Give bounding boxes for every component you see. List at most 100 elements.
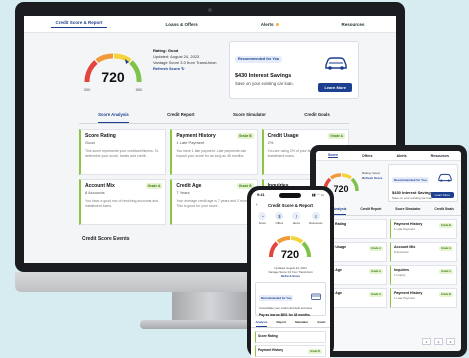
phone-score-value: 720 (281, 249, 299, 261)
page-button[interactable]: 3 (446, 338, 455, 345)
gauge-min-label: 300 (84, 87, 91, 92)
tablet-score-rating: Rating: Good (362, 171, 380, 175)
phone-tab-goals[interactable]: Goals (317, 320, 325, 327)
learn-more-button[interactable]: Learn More (318, 83, 352, 92)
tablet-top-nav: Score Offers Alerts Resources (316, 151, 461, 161)
product-showcase: Credit Score & Report Loans & Offers Ale… (0, 0, 469, 358)
quick-nav-alerts[interactable]: ! Alerts (292, 212, 301, 225)
phone-tabs: Analysis Report Simulator Goals (251, 320, 330, 328)
card-score-rating[interactable]: Score Rating Good This score represents … (79, 129, 167, 175)
phone-recommendation-card[interactable]: Recommended for You Consolidate your cre… (255, 282, 326, 317)
offers-icon: $ (275, 212, 284, 220)
phone-list-row[interactable]: Grade B Payment History (255, 345, 326, 357)
gauge-svg: 720 300 850 (84, 53, 143, 92)
tablet-refresh-link[interactable]: Refresh Score (362, 176, 382, 181)
tablet-nav-alerts[interactable]: Alerts (396, 154, 406, 158)
car-icon (438, 173, 452, 182)
card-payment-history[interactable]: Grade B Payment History 1 Late Payment Y… (170, 129, 258, 175)
quick-nav-resources[interactable]: ≡ Resources (309, 212, 323, 225)
grade-badge: Grade B (308, 349, 322, 354)
tablet-nav-score[interactable]: Score (327, 153, 338, 158)
grade-badge: Grade A (369, 269, 383, 274)
score-icon: ◔ (258, 212, 267, 220)
gauge-segment-good (113, 53, 132, 64)
card-description: Your average credit age is 7 years and 2… (176, 199, 253, 208)
phone-recommendation-headline: Pay as low as $601 for 48 months. (259, 312, 311, 317)
card-description: This score represents your creditworthin… (85, 149, 159, 158)
tab-credit-report[interactable]: Credit Report (167, 112, 194, 123)
tablet-card[interactable]: Grade A Account Mix 8 Accounts (390, 242, 457, 262)
tablet-screen: Score Offers Alerts Resources 720 Rating… (316, 151, 461, 351)
page-button[interactable]: 1 (422, 338, 431, 345)
grade-badge: Grade A (439, 269, 453, 274)
tablet-card[interactable]: Grade A Inquiries 1 Inquiry (390, 265, 457, 285)
grade-badge: Grade B (236, 133, 254, 139)
tablet-tab-credit-goals[interactable]: Credit Goals (434, 207, 454, 215)
tablet-nav-resources[interactable]: Resources (431, 154, 449, 158)
tablet-card[interactable]: Grade B Payment History 1 Late Payment (390, 219, 457, 239)
grade-badge: Grade A (369, 246, 383, 251)
phone-score-gauge: 720 (268, 236, 312, 261)
gauge-segment-poor (84, 60, 98, 83)
card-description: You have 1 late payment. Late payments c… (176, 149, 247, 158)
phone-list-row[interactable]: Score Rating (255, 331, 326, 343)
tablet-tab-credit-report[interactable]: Credit Report (360, 207, 381, 215)
tablet-pagination: 1 2 3 (422, 338, 455, 345)
refresh-icon: ↻ (181, 66, 185, 71)
nav-resources[interactable]: Resources (337, 22, 368, 27)
tablet-analysis-grid: Score RatingGood Grade BPayment History1… (320, 219, 457, 308)
tablet-tab-score-simulator[interactable]: Score Simulator (395, 207, 420, 215)
desktop-top-nav: Credit Score & Report Loans & Offers Ale… (24, 16, 396, 33)
phone-device: 9:41 ▮▮ ◠ ▭ ‹ Credit Score & Report ◔ Sco… (247, 186, 334, 358)
gauge-max-label: 850 (136, 87, 143, 92)
tablet-card[interactable]: Grade B Payment History 1 Late Payment (390, 288, 457, 308)
quick-nav-label: Alerts (292, 221, 300, 225)
alerts-icon: ! (292, 212, 301, 220)
quick-nav-offers[interactable]: $ Offers (275, 212, 284, 225)
tablet-nav-offers[interactable]: Offers (362, 154, 373, 158)
tablet-score-value: 720 (333, 184, 348, 194)
card-credit-age[interactable]: Grade B Credit Age 7 Years Your average … (170, 179, 258, 225)
resources-icon: ≡ (311, 212, 320, 220)
phone-refresh-link[interactable]: Refresh Score (251, 274, 330, 278)
phone-clock: 9:41 (257, 193, 265, 197)
nav-alerts[interactable]: Alerts (257, 22, 283, 27)
nav-loans-offers[interactable]: Loans & Offers (161, 22, 201, 27)
camera-dot (208, 8, 212, 12)
tablet-tabs: Score Analysis Credit Report Score Simul… (316, 207, 461, 216)
desktop-tabs: Score Analysis Credit Report Score Simul… (79, 112, 349, 124)
phone-quick-nav: ◔ Score $ Offers ! Alerts ≡ Resources (254, 212, 327, 225)
tablet-learn-more-button[interactable]: Learn More (430, 192, 454, 198)
page-button[interactable]: 2 (434, 338, 443, 345)
phone-tab-simulator[interactable]: Simulator (295, 320, 308, 327)
phone-recommended-pill: Recommended for You (259, 295, 294, 301)
nav-alerts-label: Alerts (260, 21, 274, 27)
tab-score-analysis[interactable]: Score Analysis (98, 112, 129, 123)
recommendation-headline: $430 Interest Savings (235, 73, 292, 79)
card-account-mix[interactable]: Grade A Account Mix 8 Accounts You have … (79, 179, 167, 225)
card-title: Score Rating (85, 133, 116, 139)
refresh-score-link[interactable]: Refresh Score ↻ (153, 66, 217, 72)
score-rating: Rating: Good (153, 48, 179, 53)
monitor-stand-neck (172, 292, 248, 322)
phone-tab-report[interactable]: Report (277, 320, 286, 327)
gauge-segment-excellent (129, 60, 142, 83)
phone-page-title: Credit Score & Report (268, 203, 313, 208)
grade-badge: Grade A (439, 246, 453, 251)
card-subtitle: 1 Late Payment (176, 140, 205, 145)
gauge-segment-fair (95, 53, 114, 64)
card-subtitle: 8 Accounts (85, 190, 105, 195)
tab-score-simulator[interactable]: Score Simulator (233, 112, 266, 123)
dynamic-island (279, 193, 301, 198)
nav-credit-score-report[interactable]: Credit Score & Report (51, 20, 107, 28)
tablet-recommendation-card: Recommended for You $430 Interest Saving… (388, 164, 458, 202)
score-value: 720 (101, 69, 125, 85)
phone-tab-analysis[interactable]: Analysis (255, 320, 268, 327)
recommended-pill: Recommended for You (235, 55, 283, 63)
grade-badge: Grade A (369, 292, 383, 297)
quick-nav-score[interactable]: ◔ Score (258, 212, 267, 225)
tablet-recommended-pill: Recommended for You (392, 177, 429, 183)
grade-badge: Grade A (145, 183, 163, 189)
phone-screen: 9:41 ▮▮ ◠ ▭ ‹ Credit Score & Report ◔ Sco… (251, 190, 330, 358)
tab-credit-goals[interactable]: Credit Goals (304, 112, 330, 123)
